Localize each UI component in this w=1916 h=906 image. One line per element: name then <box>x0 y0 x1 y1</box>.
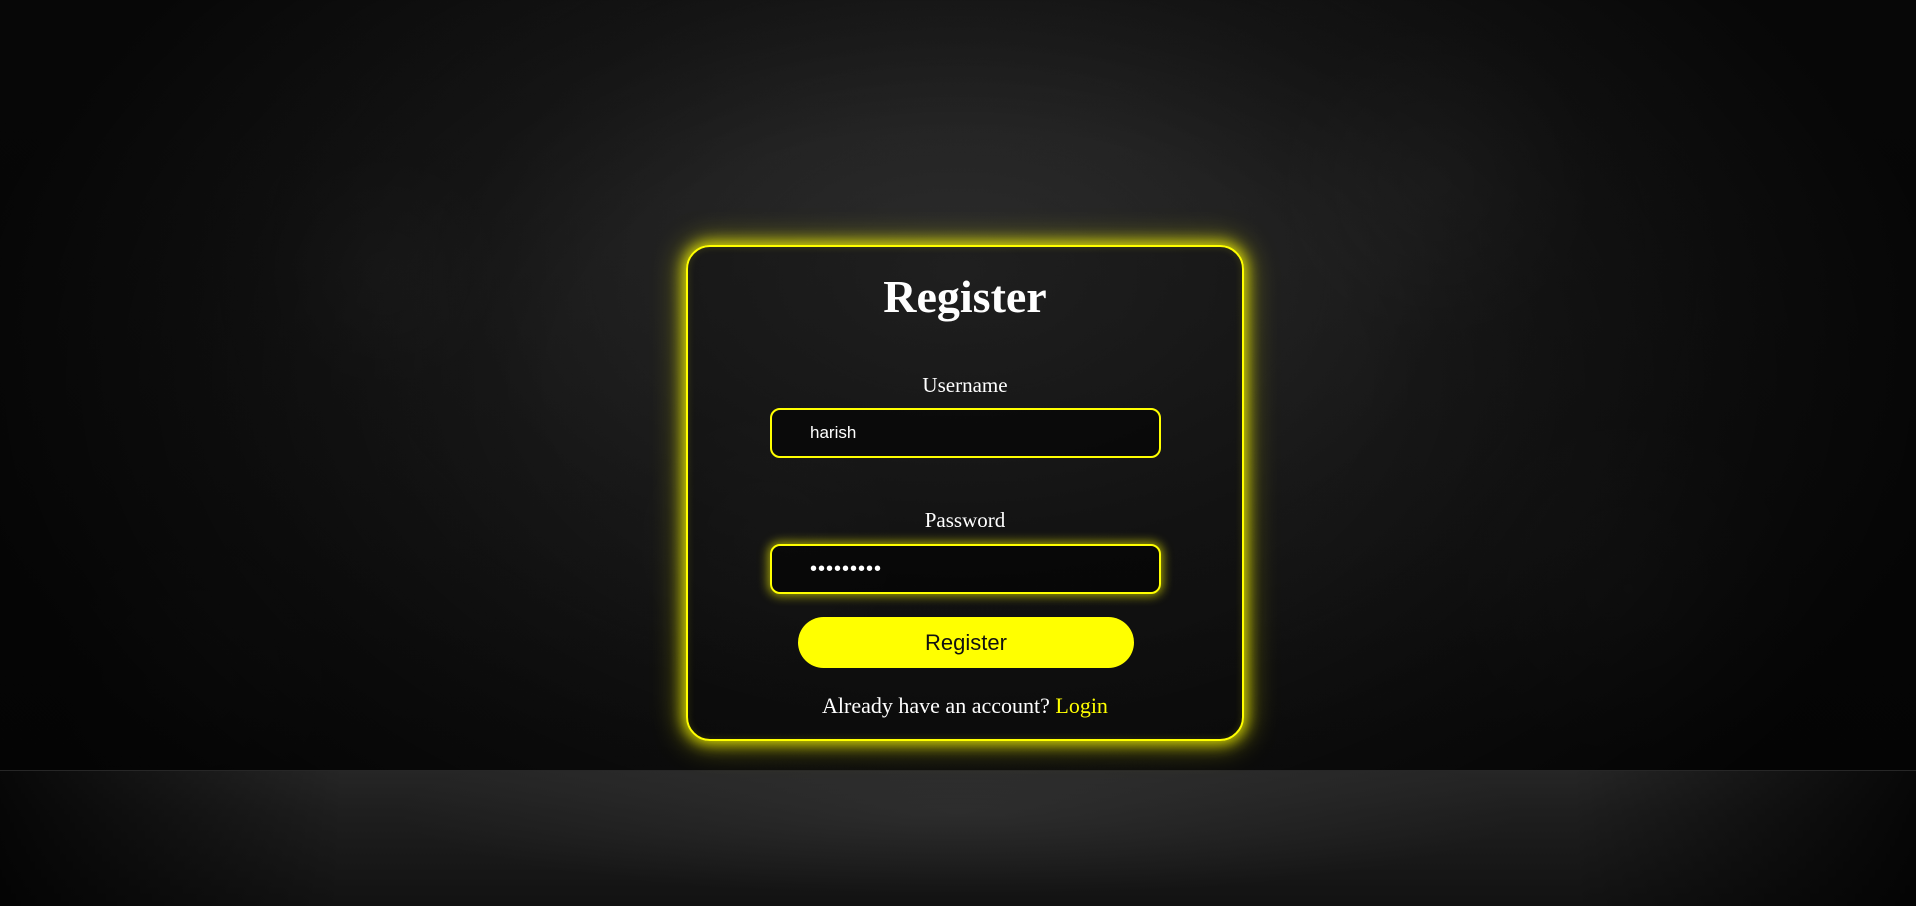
register-card: Register Username Password Register Alre… <box>686 245 1244 741</box>
login-link[interactable]: Login <box>1055 693 1108 718</box>
password-label: Password <box>924 508 1006 532</box>
form-title: Register <box>883 271 1047 322</box>
username-label: Username <box>922 373 1008 397</box>
login-prompt: Already have an account? Login <box>688 692 1242 720</box>
password-input[interactable] <box>770 544 1161 594</box>
background-floor <box>0 770 1916 906</box>
register-button[interactable]: Register <box>798 617 1134 668</box>
username-input[interactable] <box>770 408 1161 458</box>
login-prompt-text: Already have an account? <box>822 693 1050 718</box>
